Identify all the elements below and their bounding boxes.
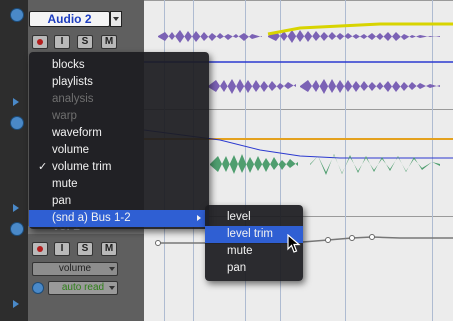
checkmark-icon: ✓	[38, 161, 48, 173]
submenu-item-pan[interactable]: pan	[205, 260, 303, 277]
menu-item-playlists[interactable]: playlists	[29, 74, 209, 91]
menu-item-analysis: analysis	[52, 93, 94, 105]
submenu-arrow-icon	[197, 215, 201, 221]
menu-item-blocks[interactable]: blocks	[29, 57, 209, 74]
menu-item-volume-trim[interactable]: ✓ volume trim	[29, 159, 209, 176]
menu-item-volume[interactable]: volume	[29, 142, 209, 159]
track-view-menu: blocks playlists analysis warp waveform …	[29, 52, 209, 229]
menu-item-warp: warp	[52, 110, 77, 122]
waveform-track1-top	[158, 30, 440, 43]
menu-item-send-a-bus[interactable]: (snd a) Bus 1-2	[29, 210, 209, 227]
waveform-track1-bottom	[208, 79, 440, 94]
menu-item-waveform[interactable]: waveform	[29, 125, 209, 142]
automation-line-yellow	[267, 22, 453, 36]
pro-tools-edit-window: Audio 2 I S M Vol 1 I S M volume auto re…	[0, 0, 453, 321]
mouse-pointer-icon	[287, 234, 301, 253]
menu-item-pan[interactable]: pan	[29, 193, 209, 210]
submenu-item-level[interactable]: level	[205, 209, 303, 226]
menu-item-mute[interactable]: mute	[29, 176, 209, 193]
automation-line-grey	[158, 236, 453, 244]
